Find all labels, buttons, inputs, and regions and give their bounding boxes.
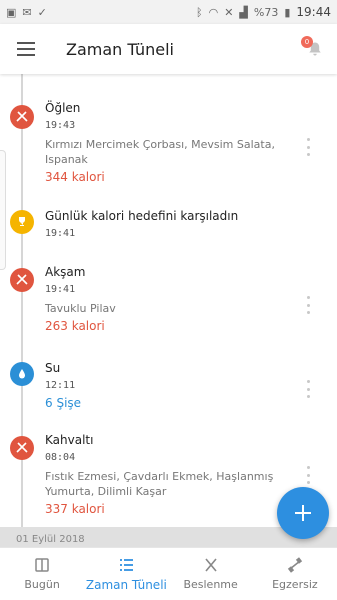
nav-item-timeline[interactable]: Zaman Tüneli: [84, 548, 168, 600]
entry-calories: 263 kalori: [45, 319, 105, 333]
more-options-icon[interactable]: [307, 138, 311, 156]
mute-icon: ✕: [224, 5, 234, 19]
calendar-icon: [35, 558, 49, 572]
more-options-icon[interactable]: [307, 380, 311, 398]
entry-time: 19:41: [45, 228, 76, 239]
entry-title: Akşam: [45, 265, 86, 279]
menu-button[interactable]: [0, 24, 52, 74]
meal-icon-badge: [10, 436, 34, 460]
nav-label: Zaman Tüneli: [85, 577, 167, 592]
entry-title: Su: [45, 361, 61, 375]
trophy-icon: [19, 217, 25, 226]
entry-calories: 344 kalori: [45, 170, 105, 184]
dumbbell-icon: [287, 557, 302, 573]
water-icon-badge: [10, 362, 34, 386]
entry-title: Günlük kalori hedefini karşıladın: [45, 209, 239, 223]
bottom-nav: Bugün Zaman Tüneli Beslenme Egzersiz: [0, 547, 337, 600]
status-bar: ▣ ✉ ✓ ᛒ ◠ ✕ ▟ %73 ▮ 19:44: [0, 0, 337, 24]
mail-icon: ✉: [22, 5, 32, 19]
entry-time: 19:43: [45, 120, 76, 131]
page-title: Zaman Tüneli: [66, 39, 174, 59]
status-clock: 19:44: [296, 5, 331, 19]
battery-icon: ▮: [284, 5, 291, 19]
battery-percent: %73: [253, 5, 279, 19]
entry-body: Kahvaltı 08:04 Fıstık Ezmesi, Çavdarlı E…: [45, 432, 295, 517]
nav-item-exercise[interactable]: Egzersiz: [253, 548, 337, 600]
add-entry-button[interactable]: [277, 487, 329, 539]
meal-icon-badge: [10, 268, 34, 292]
entry-time: 19:41: [45, 284, 76, 295]
entry-description: Kırmızı Mercimek Çorbası, Mevsim Salata,…: [45, 138, 275, 166]
app-bar: Zaman Tüneli 0: [0, 24, 337, 74]
nav-item-nutrition[interactable]: Beslenme: [169, 548, 253, 600]
plus-icon: [295, 505, 311, 521]
meal-icon-badge: [10, 105, 34, 129]
bluetooth-icon: ᛒ: [195, 5, 203, 19]
utensils-icon: [16, 274, 28, 285]
entry-description: Fıstık Ezmesi, Çavdarlı Ekmek, Haşlanmış…: [45, 470, 274, 498]
hamburger-icon: [17, 42, 35, 56]
status-bar-right: ᛒ ◠ ✕ ▟ %73 ▮ 19:44: [196, 5, 331, 19]
entry-title: Öğlen: [45, 101, 81, 115]
entry-body: Akşam 19:41 Tavuklu Pilav 263 kalori: [45, 264, 295, 334]
nav-label: Beslenme: [183, 578, 238, 591]
list-icon: [120, 558, 134, 571]
entry-calories: 337 kalori: [45, 502, 105, 516]
status-bar-left: ▣ ✉ ✓: [6, 6, 47, 19]
nav-item-today[interactable]: Bugün: [0, 548, 84, 600]
entry-time: 08:04: [45, 452, 76, 463]
nav-label: Bugün: [24, 578, 60, 591]
signal-icon: ▟: [239, 5, 248, 19]
entry-body: Su 12:11 6 Şişe: [45, 360, 295, 411]
entry-title: Kahvaltı: [45, 433, 94, 447]
utensils-icon: [205, 558, 217, 572]
notifications-button[interactable]: 0: [293, 24, 337, 74]
goal-icon-badge: [10, 210, 34, 234]
entry-body: Günlük kalori hedefini karşıladın 19:41: [45, 208, 295, 241]
entry-body: Öğlen 19:43 Kırmızı Mercimek Çorbası, Me…: [45, 100, 295, 185]
timeline-list[interactable]: Öğlen 19:43 Kırmızı Mercimek Çorbası, Me…: [0, 74, 337, 527]
more-options-icon[interactable]: [307, 466, 311, 484]
wifi-icon: ◠: [208, 5, 219, 19]
notification-badge: 0: [301, 36, 313, 48]
more-options-icon[interactable]: [307, 296, 311, 314]
entry-time: 12:11: [45, 380, 76, 391]
drawer-handle[interactable]: [0, 150, 6, 270]
entry-water-amount: 6 Şişe: [45, 396, 82, 410]
utensils-icon: [16, 442, 28, 453]
image-icon: ▣: [6, 5, 17, 19]
utensils-icon: [16, 111, 28, 122]
check-icon: ✓: [37, 5, 47, 19]
entry-description: Tavuklu Pilav: [45, 302, 116, 315]
water-drop-icon: [19, 369, 25, 379]
nav-label: Egzersiz: [272, 578, 318, 591]
